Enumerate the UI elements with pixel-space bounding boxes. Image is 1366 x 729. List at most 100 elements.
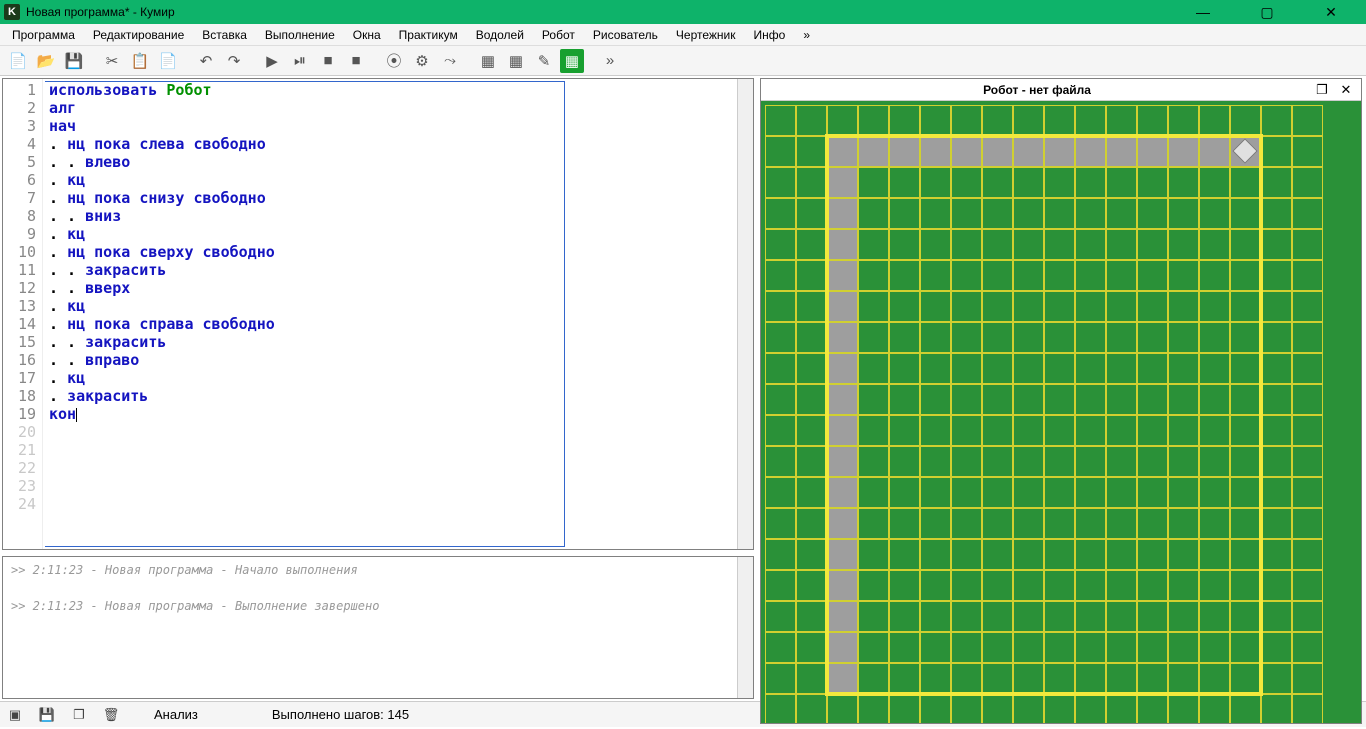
titlebar: K Новая программа* - Кумир — ▢ ✕ [0, 0, 1366, 24]
cut-icon[interactable]: ✂ [100, 49, 124, 73]
painted-cell [890, 137, 919, 166]
code-line-2[interactable]: алг [49, 99, 753, 117]
painted-cell [828, 137, 857, 166]
close-button[interactable]: ✕ [1308, 4, 1354, 21]
code-line-13[interactable]: . кц [49, 297, 753, 315]
menu-вставка[interactable]: Вставка [194, 26, 255, 44]
wall [825, 692, 1263, 696]
run-icon[interactable]: ▶ [260, 49, 284, 73]
code-line-18[interactable]: . закрасить [49, 387, 753, 405]
menu-выполнение[interactable]: Выполнение [257, 26, 343, 44]
grid2-icon[interactable]: ▦ [504, 49, 528, 73]
save-icon[interactable]: 💾 [62, 49, 86, 73]
code-line-8[interactable]: . . вниз [49, 207, 753, 225]
painted-cell [828, 261, 857, 290]
code-line-17[interactable]: . кц [49, 369, 753, 387]
sb-console-icon[interactable]: ▣ [6, 707, 24, 723]
painted-cell [983, 137, 1012, 166]
robot-close-icon[interactable]: ✕ [1337, 82, 1355, 98]
step-icon[interactable]: ⏯ [288, 49, 312, 73]
line-gutter: 123456789101112131415161718192021222324 [3, 79, 43, 549]
robot-field[interactable] [761, 101, 1361, 723]
code-line-11[interactable]: . . закрасить [49, 261, 753, 279]
output-console[interactable]: >> 2:11:23 - Новая программа - Начало вы… [2, 556, 754, 699]
breakpoint-icon[interactable]: ⦿ [382, 49, 406, 73]
painted-cell [828, 292, 857, 321]
sb-copy-icon[interactable]: ❐ [70, 707, 88, 723]
editor-scrollbar[interactable] [737, 79, 753, 549]
console-line [11, 581, 745, 599]
sb-trash-icon[interactable]: 🗑 [102, 707, 120, 723]
new-file-icon[interactable]: 📄 [6, 49, 30, 73]
painted-cell [828, 633, 857, 662]
menu-»[interactable]: » [795, 26, 818, 44]
painted-cell [828, 230, 857, 259]
sb-analysis[interactable]: Анализ [154, 707, 198, 722]
stop2-icon[interactable]: ■ [344, 49, 368, 73]
menu-рисователь[interactable]: Рисователь [585, 26, 666, 44]
code-line-16[interactable]: . . вправо [49, 351, 753, 369]
redo-icon[interactable]: ↷ [222, 49, 246, 73]
menubar: ПрограммаРедактированиеВставкаВыполнение… [0, 24, 1366, 46]
more-icon[interactable]: » [598, 49, 622, 73]
code-line-10[interactable]: . нц пока сверху свободно [49, 243, 753, 261]
menu-практикум[interactable]: Практикум [391, 26, 466, 44]
window-controls: — ▢ ✕ [1180, 4, 1362, 21]
menu-программа[interactable]: Программа [4, 26, 83, 44]
painted-cell [859, 137, 888, 166]
menu-водолей[interactable]: Водолей [468, 26, 532, 44]
painted-cell [828, 385, 857, 414]
code-editor[interactable]: 123456789101112131415161718192021222324 … [2, 78, 754, 550]
grid1-icon[interactable]: ▦ [476, 49, 500, 73]
robot-restore-icon[interactable]: ❐ [1313, 82, 1331, 98]
maximize-button[interactable]: ▢ [1244, 4, 1290, 21]
painted-cell [828, 478, 857, 507]
left-pane: 123456789101112131415161718192021222324 … [0, 76, 758, 701]
painted-cell [1138, 137, 1167, 166]
app-icon: K [4, 4, 20, 20]
menu-редактирование[interactable]: Редактирование [85, 26, 192, 44]
paste-icon[interactable]: 📄 [156, 49, 180, 73]
open-icon[interactable]: 📂 [34, 49, 58, 73]
menu-окна[interactable]: Окна [345, 26, 389, 44]
painted-cell [828, 447, 857, 476]
trace-icon[interactable]: ⚙ [410, 49, 434, 73]
sb-save-icon[interactable]: 💾 [38, 707, 56, 723]
painted-cell [828, 354, 857, 383]
wall [825, 134, 1263, 138]
menu-инфо[interactable]: Инфо [746, 26, 794, 44]
code-line-1[interactable]: использовать Робот [49, 81, 753, 99]
painted-cell [1200, 137, 1229, 166]
code-line-9[interactable]: . кц [49, 225, 753, 243]
sb-steps: Выполнено шагов: 145 [272, 707, 409, 722]
code-line-12[interactable]: . . вверх [49, 279, 753, 297]
console-line: >> 2:11:23 - Новая программа - Начало вы… [11, 563, 745, 581]
right-pane: Робот - нет файла ❐ ✕ [758, 76, 1366, 701]
minimize-button[interactable]: — [1180, 4, 1226, 21]
menu-чертежник[interactable]: Чертежник [668, 26, 744, 44]
code-area[interactable]: использовать Роботалгнач. нц пока слева … [43, 79, 753, 549]
painted-cell [828, 199, 857, 228]
menu-робот[interactable]: Робот [534, 26, 583, 44]
copy-icon[interactable]: 📋 [128, 49, 152, 73]
code-line-3[interactable]: нач [49, 117, 753, 135]
console-scrollbar[interactable] [737, 557, 753, 698]
code-line-4[interactable]: . нц пока слева свободно [49, 135, 753, 153]
green-grid-icon[interactable]: ▦ [560, 49, 584, 73]
toolbar: 📄📂💾✂📋📄↶↷▶⏯■■⦿⚙⤳▦▦✎▦» [0, 46, 1366, 76]
trace2-icon[interactable]: ⤳ [438, 49, 462, 73]
code-line-15[interactable]: . . закрасить [49, 333, 753, 351]
painted-cell [828, 664, 857, 693]
painted-cell [1014, 137, 1043, 166]
code-line-6[interactable]: . кц [49, 171, 753, 189]
code-line-19[interactable]: кон [49, 405, 753, 423]
undo-icon[interactable]: ↶ [194, 49, 218, 73]
painted-cell [828, 416, 857, 445]
code-line-7[interactable]: . нц пока снизу свободно [49, 189, 753, 207]
painted-cell [828, 602, 857, 631]
brush-icon[interactable]: ✎ [532, 49, 556, 73]
painted-cell [828, 168, 857, 197]
stop-icon[interactable]: ■ [316, 49, 340, 73]
code-line-5[interactable]: . . влево [49, 153, 753, 171]
code-line-14[interactable]: . нц пока справа свободно [49, 315, 753, 333]
